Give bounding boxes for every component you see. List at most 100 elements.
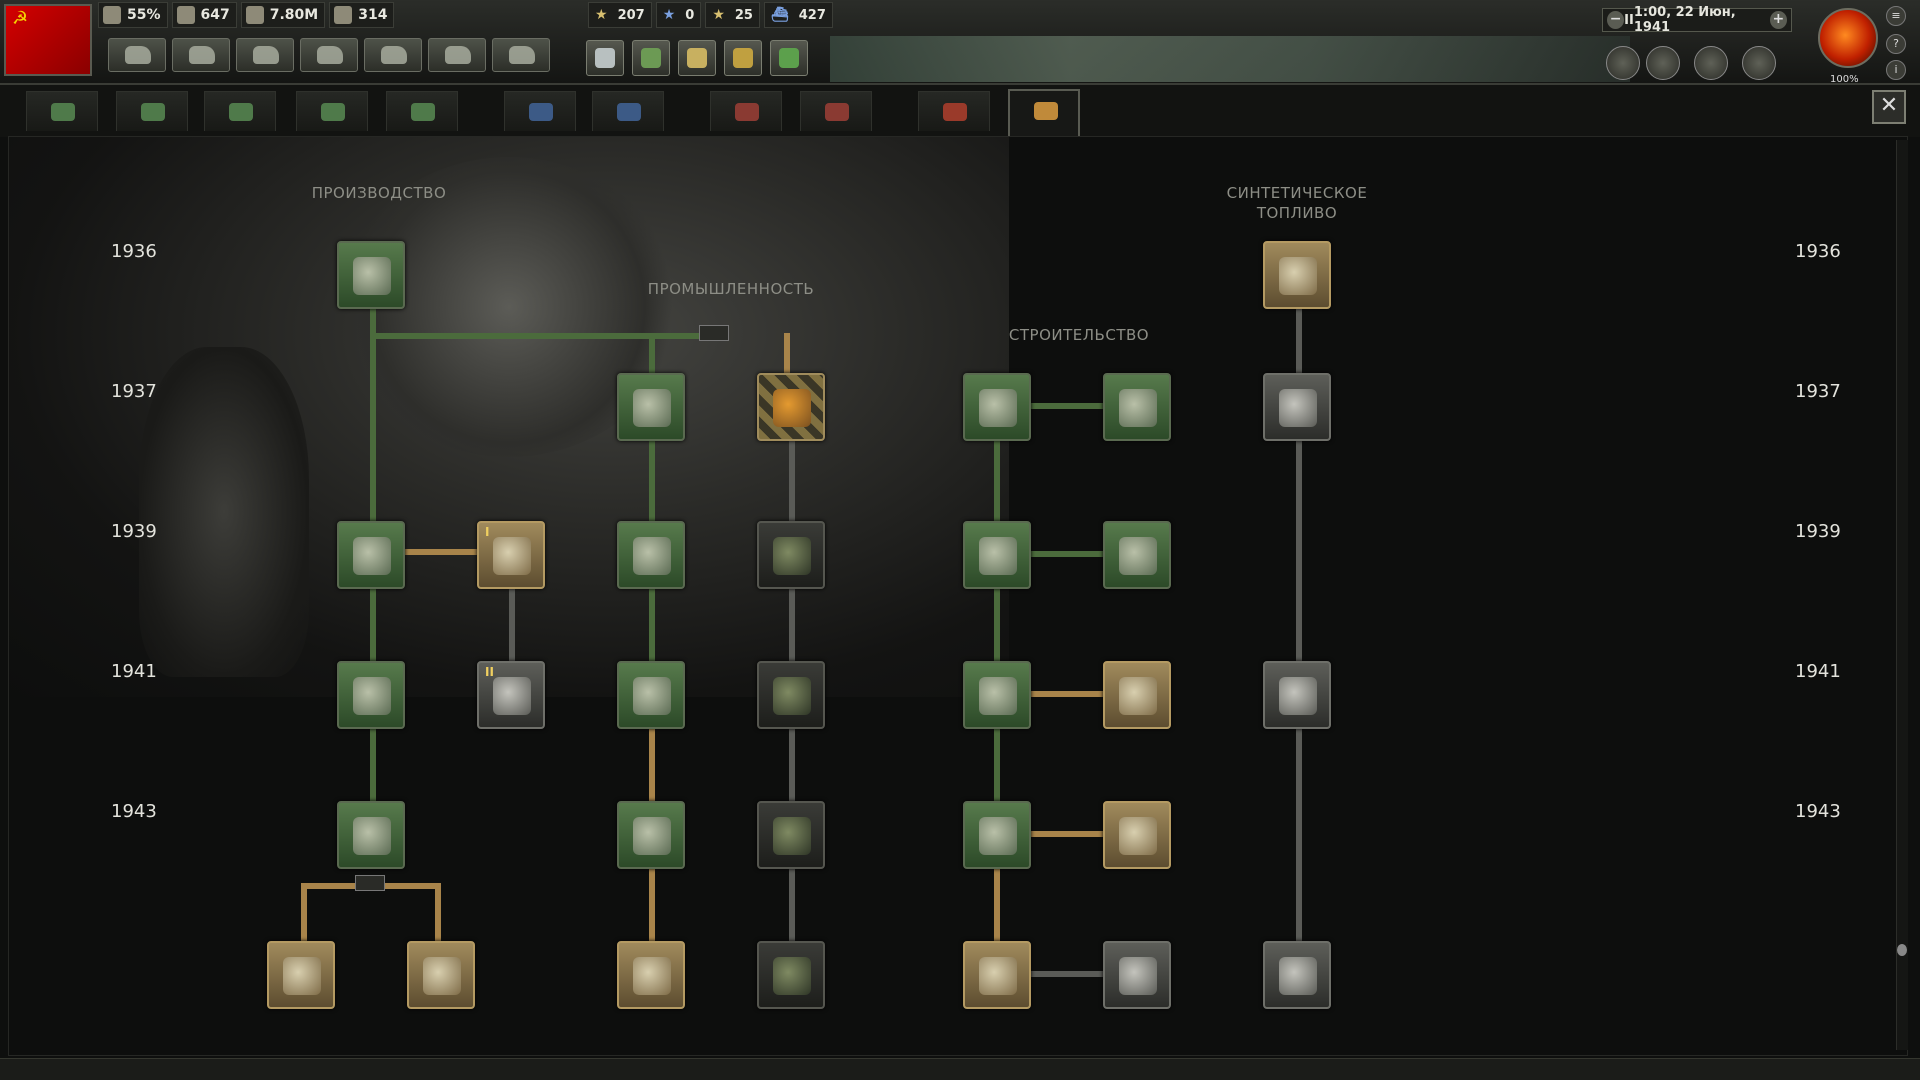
tech-excavation-1[interactable] bbox=[1103, 373, 1171, 441]
alert-button-4[interactable] bbox=[1742, 46, 1776, 80]
air-doctrine-tab-icon bbox=[825, 103, 849, 121]
army-status-button[interactable] bbox=[724, 40, 762, 76]
navy-xp-indicator[interactable]: ★ 0 bbox=[655, 2, 702, 28]
oil-drop-icon bbox=[1279, 257, 1317, 295]
shells-icon bbox=[353, 817, 391, 855]
navy-star-icon: ★ bbox=[662, 7, 676, 23]
vertical-scrollbar[interactable] bbox=[1896, 140, 1908, 1050]
trade-button[interactable] bbox=[236, 38, 294, 72]
logistics-button[interactable] bbox=[492, 38, 550, 72]
tech-dispersed-1936[interactable] bbox=[757, 373, 825, 441]
air-xp-indicator[interactable]: ★ 25 bbox=[705, 2, 760, 28]
speed-down-button[interactable]: − bbox=[1607, 11, 1625, 29]
tech-dispersed-1943[interactable] bbox=[757, 941, 825, 1009]
tech-construction-3[interactable] bbox=[963, 661, 1031, 729]
tech-construction-1[interactable] bbox=[963, 373, 1031, 441]
connector-line bbox=[1029, 971, 1109, 977]
air-tab[interactable] bbox=[710, 91, 782, 131]
tech-advanced-oil-processing[interactable] bbox=[1263, 661, 1331, 729]
tech-dispersed-industry-1[interactable]: I bbox=[477, 521, 545, 589]
infantry-tab-icon bbox=[51, 103, 75, 121]
tech-excavation-2[interactable] bbox=[1103, 521, 1171, 589]
scrollbar-handle[interactable] bbox=[1897, 944, 1907, 956]
stability-indicator[interactable]: 55% bbox=[98, 2, 168, 28]
tech-oil-processing[interactable] bbox=[1263, 241, 1331, 309]
tech-flexible-line[interactable] bbox=[267, 941, 335, 1009]
speed-up-button[interactable]: + bbox=[1769, 11, 1787, 29]
logistics-icon bbox=[509, 46, 535, 64]
tech-fundamental-industry[interactable] bbox=[617, 373, 685, 441]
alert-button-3[interactable] bbox=[1694, 46, 1728, 80]
connector-line bbox=[994, 857, 1000, 947]
production-button[interactable] bbox=[300, 38, 358, 72]
convoy-indicator[interactable]: ⛴ 427 bbox=[763, 2, 833, 28]
factories-indicator[interactable]: 314 bbox=[329, 2, 395, 28]
army-xp-indicator[interactable]: ★ 207 bbox=[588, 2, 652, 28]
air-doctrine-tab[interactable] bbox=[800, 91, 872, 131]
construction-button[interactable] bbox=[364, 38, 422, 72]
decisions-button[interactable] bbox=[108, 38, 166, 72]
tech-dispersed-1939[interactable] bbox=[757, 661, 825, 729]
army-button[interactable] bbox=[428, 38, 486, 72]
supply-status-button[interactable] bbox=[770, 40, 808, 76]
alert-button-1[interactable] bbox=[1606, 46, 1640, 80]
diplomacy-button[interactable] bbox=[172, 38, 230, 72]
country-flag[interactable]: ☭ bbox=[4, 4, 92, 76]
tech-advanced-machine-tools[interactable] bbox=[337, 661, 405, 729]
naval-tab[interactable] bbox=[504, 91, 576, 131]
alert-button-2[interactable] bbox=[1646, 46, 1680, 80]
close-button[interactable]: ✕ bbox=[1872, 90, 1906, 124]
dispersed-factory-icon bbox=[773, 537, 811, 575]
political-power-indicator[interactable]: 647 bbox=[171, 2, 237, 28]
info-button[interactable]: i bbox=[1886, 60, 1906, 80]
tech-dispersed-1937[interactable] bbox=[757, 521, 825, 589]
research-icon bbox=[595, 48, 615, 68]
support-tab[interactable] bbox=[116, 91, 188, 131]
manpower-indicator[interactable]: 7.80M bbox=[240, 2, 326, 28]
tech-industry-1943[interactable] bbox=[617, 941, 685, 1009]
tech-excavation-5[interactable] bbox=[1103, 941, 1171, 1009]
tech-industry-1939[interactable] bbox=[617, 661, 685, 729]
tech-dispersed-industry-2[interactable]: II bbox=[477, 661, 545, 729]
infantry-tab[interactable] bbox=[26, 91, 98, 131]
research-status-button[interactable] bbox=[586, 40, 624, 76]
tech-industry-1941[interactable] bbox=[617, 801, 685, 869]
artillery-tab[interactable] bbox=[296, 91, 368, 131]
politics-status-button[interactable] bbox=[678, 40, 716, 76]
tech-dispersed-1941[interactable] bbox=[757, 801, 825, 869]
electronics-tab[interactable] bbox=[918, 91, 990, 131]
tech-construction-5[interactable] bbox=[963, 941, 1031, 1009]
tech-tree-panel: ПРОИЗВОДСТВО ПРОМЫШЛЕННОСТЬ СТРОИТЕЛЬСТВ… bbox=[8, 136, 1908, 1056]
tech-construction-4[interactable] bbox=[963, 801, 1031, 869]
tech-basic-machine-tools[interactable] bbox=[337, 241, 405, 309]
crane-truck-icon bbox=[979, 677, 1017, 715]
tech-construction-2[interactable] bbox=[963, 521, 1031, 589]
game-clock[interactable]: − II 1:00, 22 Июн, 1941 + bbox=[1602, 5, 1792, 35]
top-bar: ☭ 55% 647 7.80M 314 ★ 207 ★ 0 ★ 25 ⛴ 427 − I… bbox=[0, 0, 1920, 85]
tech-improved-machine-tools[interactable] bbox=[337, 521, 405, 589]
production-status-button[interactable] bbox=[632, 40, 670, 76]
world-tension-globe[interactable] bbox=[1818, 8, 1878, 68]
factories-icon bbox=[334, 6, 353, 24]
factory-icon bbox=[633, 677, 671, 715]
land-doctrine-tab[interactable] bbox=[386, 91, 458, 131]
tech-industry-1937[interactable] bbox=[617, 521, 685, 589]
tech-streamlined-line[interactable] bbox=[407, 941, 475, 1009]
armor-tab[interactable] bbox=[204, 91, 276, 131]
land-doctrine-tab-icon bbox=[411, 103, 435, 121]
tech-synthetic-rubber[interactable] bbox=[1263, 941, 1331, 1009]
year-label-right: 1937 bbox=[1795, 381, 1841, 402]
naval-doctrine-tab[interactable] bbox=[592, 91, 664, 131]
tech-assembly-line-production[interactable] bbox=[337, 801, 405, 869]
tech-improved-oil-processing[interactable] bbox=[1263, 373, 1331, 441]
air-star-icon: ★ bbox=[712, 7, 725, 23]
connector-line bbox=[435, 883, 441, 943]
tech-excavation-3[interactable] bbox=[1103, 661, 1171, 729]
production-icon bbox=[317, 46, 343, 64]
help-button[interactable]: ? bbox=[1886, 34, 1906, 54]
menu-button[interactable]: ≡ bbox=[1886, 6, 1906, 26]
pause-indicator[interactable]: II bbox=[1624, 13, 1634, 28]
tech-excavation-4[interactable] bbox=[1103, 801, 1171, 869]
industry-tab[interactable] bbox=[1008, 89, 1080, 137]
recycle-factory-icon bbox=[493, 537, 531, 575]
